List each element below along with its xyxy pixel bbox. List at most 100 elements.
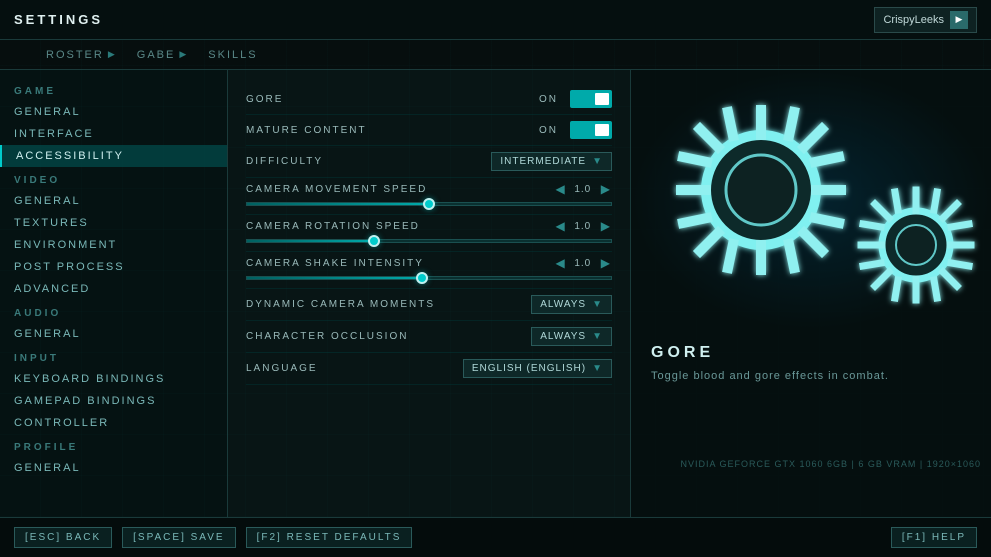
camera-movement-inc[interactable]: ▶ bbox=[599, 182, 612, 196]
dynamic-camera-arrow: ▼ bbox=[592, 299, 603, 310]
sys-info: NVIDIA GEFORCE GTX 1060 6GB | 6 GB VRAM … bbox=[680, 459, 981, 469]
camera-rotation-value: 1.0 bbox=[571, 221, 595, 232]
gore-label: GORE bbox=[246, 94, 283, 105]
tab-gabe[interactable]: GABE ▶ bbox=[137, 49, 189, 61]
gear-display bbox=[631, 70, 991, 330]
language-dropdown[interactable]: ENGLISH (ENGLISH) ▼ bbox=[463, 359, 612, 378]
sidebar-item-environment[interactable]: ENVIRONMENT bbox=[0, 234, 227, 256]
camera-movement-dec[interactable]: ◀ bbox=[554, 182, 567, 196]
camera-shake-dec[interactable]: ◀ bbox=[554, 256, 567, 270]
sidebar-item-profile-general[interactable]: GENERAL bbox=[0, 457, 227, 479]
camera-rotation-header: CAMERA ROTATION SPEED ◀ 1.0 ▶ bbox=[246, 219, 612, 233]
save-button[interactable]: [SPACE] SAVE bbox=[122, 527, 235, 548]
user-avatar: ▶ bbox=[950, 11, 968, 29]
language-value: ENGLISH (ENGLISH) bbox=[472, 363, 586, 374]
camera-movement-header: CAMERA MOVEMENT SPEED ◀ 1.0 ▶ bbox=[246, 182, 612, 196]
camera-shake-inc[interactable]: ▶ bbox=[599, 256, 612, 270]
char-occlusion-value: ALWAYS bbox=[540, 331, 586, 342]
bottom-left-buttons: [ESC] BACK [SPACE] SAVE [F2] RESET DEFAU… bbox=[14, 527, 412, 548]
camera-shake-fill bbox=[247, 277, 422, 279]
gabe-arrow: ▶ bbox=[179, 49, 188, 60]
camera-rotation-thumb[interactable] bbox=[368, 235, 380, 247]
tab-roster[interactable]: ROSTER ▶ bbox=[46, 49, 117, 61]
camera-rotation-inc[interactable]: ▶ bbox=[599, 219, 612, 233]
camera-movement-control: ◀ 1.0 ▶ bbox=[554, 182, 612, 196]
camera-shake-track[interactable] bbox=[246, 276, 612, 280]
camera-shake-thumb[interactable] bbox=[416, 272, 428, 284]
gore-state: ON bbox=[539, 94, 558, 105]
char-occlusion-dropdown[interactable]: ALWAYS ▼ bbox=[531, 327, 612, 346]
section-game: GAME bbox=[0, 78, 227, 101]
char-occlusion-row: CHARACTER OCCLUSION ALWAYS ▼ bbox=[246, 321, 612, 353]
gore-control: ON bbox=[539, 90, 612, 108]
mature-content-state: ON bbox=[539, 125, 558, 136]
sidebar-item-accessibility[interactable]: ACCESSIBILITY bbox=[0, 145, 227, 167]
camera-movement-label: CAMERA MOVEMENT SPEED bbox=[246, 184, 427, 195]
sidebar-item-video-general[interactable]: GENERAL bbox=[0, 190, 227, 212]
sidebar-item-textures[interactable]: TEXTURES bbox=[0, 212, 227, 234]
camera-movement-thumb[interactable] bbox=[423, 198, 435, 210]
mature-content-control: ON bbox=[539, 121, 612, 139]
camera-movement-value: 1.0 bbox=[571, 184, 595, 195]
info-panel: GORE Toggle blood and gore effects in co… bbox=[631, 70, 991, 517]
language-arrow: ▼ bbox=[592, 363, 603, 374]
camera-movement-track[interactable] bbox=[246, 202, 612, 206]
sidebar-item-game-interface[interactable]: INTERFACE bbox=[0, 123, 227, 145]
section-video: VIDEO bbox=[0, 167, 227, 190]
char-occlusion-label: CHARACTER OCCLUSION bbox=[246, 331, 408, 342]
camera-rotation-fill bbox=[247, 240, 374, 242]
sidebar-item-audio-general[interactable]: GENERAL bbox=[0, 323, 227, 345]
section-profile: PROFILE bbox=[0, 434, 227, 457]
sidebar-item-advanced[interactable]: ADVANCED bbox=[0, 278, 227, 300]
difficulty-dropdown-arrow: ▼ bbox=[592, 156, 603, 167]
mature-content-row: MATURE CONTENT ON bbox=[246, 115, 612, 146]
dynamic-camera-row: DYNAMIC CAMERA MOMENTS ALWAYS ▼ bbox=[246, 289, 612, 321]
reset-defaults-button[interactable]: [F2] RESET DEFAULTS bbox=[246, 527, 413, 548]
small-gear-icon bbox=[851, 180, 981, 310]
sidebar-item-gamepad-bindings[interactable]: GAMEPAD BINDINGS bbox=[0, 390, 227, 412]
tab-skills[interactable]: SKILLS bbox=[208, 49, 257, 61]
large-gear-icon bbox=[661, 90, 861, 290]
mature-content-toggle[interactable] bbox=[570, 121, 612, 139]
content-area: GORE ON MATURE CONTENT ON DIFFICULTY INT… bbox=[228, 70, 631, 517]
camera-rotation-track[interactable] bbox=[246, 239, 612, 243]
camera-shake-control: ◀ 1.0 ▶ bbox=[554, 256, 612, 270]
char-occlusion-arrow: ▼ bbox=[592, 331, 603, 342]
dynamic-camera-value: ALWAYS bbox=[540, 299, 586, 310]
camera-shake-row: CAMERA SHAKE INTENSITY ◀ 1.0 ▶ bbox=[246, 252, 612, 289]
dynamic-camera-label: DYNAMIC CAMERA MOMENTS bbox=[246, 299, 435, 310]
camera-rotation-label: CAMERA ROTATION SPEED bbox=[246, 221, 420, 232]
sidebar-item-post-process[interactable]: POST PROCESS bbox=[0, 256, 227, 278]
help-button[interactable]: [F1] HELP bbox=[891, 527, 977, 548]
sidebar-item-controller[interactable]: CONTROLLER bbox=[0, 412, 227, 434]
main-layout: GAME GENERAL INTERFACE ACCESSIBILITY VID… bbox=[0, 70, 991, 517]
dynamic-camera-dropdown[interactable]: ALWAYS ▼ bbox=[531, 295, 612, 314]
language-row: LANGUAGE ENGLISH (ENGLISH) ▼ bbox=[246, 353, 612, 385]
mature-content-label: MATURE CONTENT bbox=[246, 125, 367, 136]
info-text: GORE Toggle blood and gore effects in co… bbox=[631, 330, 991, 399]
settings-title: SETTINGS bbox=[14, 12, 103, 27]
roster-arrow: ▶ bbox=[108, 49, 117, 60]
sidebar-item-keyboard-bindings[interactable]: KEYBOARD BINDINGS bbox=[0, 368, 227, 390]
gore-toggle[interactable] bbox=[570, 90, 612, 108]
sidebar-item-game-general[interactable]: GENERAL bbox=[0, 101, 227, 123]
camera-shake-header: CAMERA SHAKE INTENSITY ◀ 1.0 ▶ bbox=[246, 256, 612, 270]
language-label: LANGUAGE bbox=[246, 363, 318, 374]
camera-rotation-dec[interactable]: ◀ bbox=[554, 219, 567, 233]
difficulty-value: INTERMEDIATE bbox=[500, 156, 586, 167]
camera-rotation-control: ◀ 1.0 ▶ bbox=[554, 219, 612, 233]
user-badge: CrispyLeeks ▶ bbox=[874, 7, 977, 33]
bottom-right-buttons: [F1] HELP bbox=[891, 527, 977, 548]
char-tabs: ROSTER ▶ GABE ▶ SKILLS bbox=[0, 40, 991, 70]
back-button[interactable]: [ESC] BACK bbox=[14, 527, 112, 548]
camera-movement-row: CAMERA MOVEMENT SPEED ◀ 1.0 ▶ bbox=[246, 178, 612, 215]
gore-setting-row: GORE ON bbox=[246, 84, 612, 115]
section-audio: AUDIO bbox=[0, 300, 227, 323]
section-input: INPUT bbox=[0, 345, 227, 368]
info-description: Toggle blood and gore effects in combat. bbox=[651, 368, 971, 385]
difficulty-label: DIFFICULTY bbox=[246, 156, 323, 167]
username-label: CrispyLeeks bbox=[883, 14, 944, 26]
camera-rotation-row: CAMERA ROTATION SPEED ◀ 1.0 ▶ bbox=[246, 215, 612, 252]
difficulty-dropdown[interactable]: INTERMEDIATE ▼ bbox=[491, 152, 612, 171]
camera-shake-label: CAMERA SHAKE INTENSITY bbox=[246, 258, 424, 269]
